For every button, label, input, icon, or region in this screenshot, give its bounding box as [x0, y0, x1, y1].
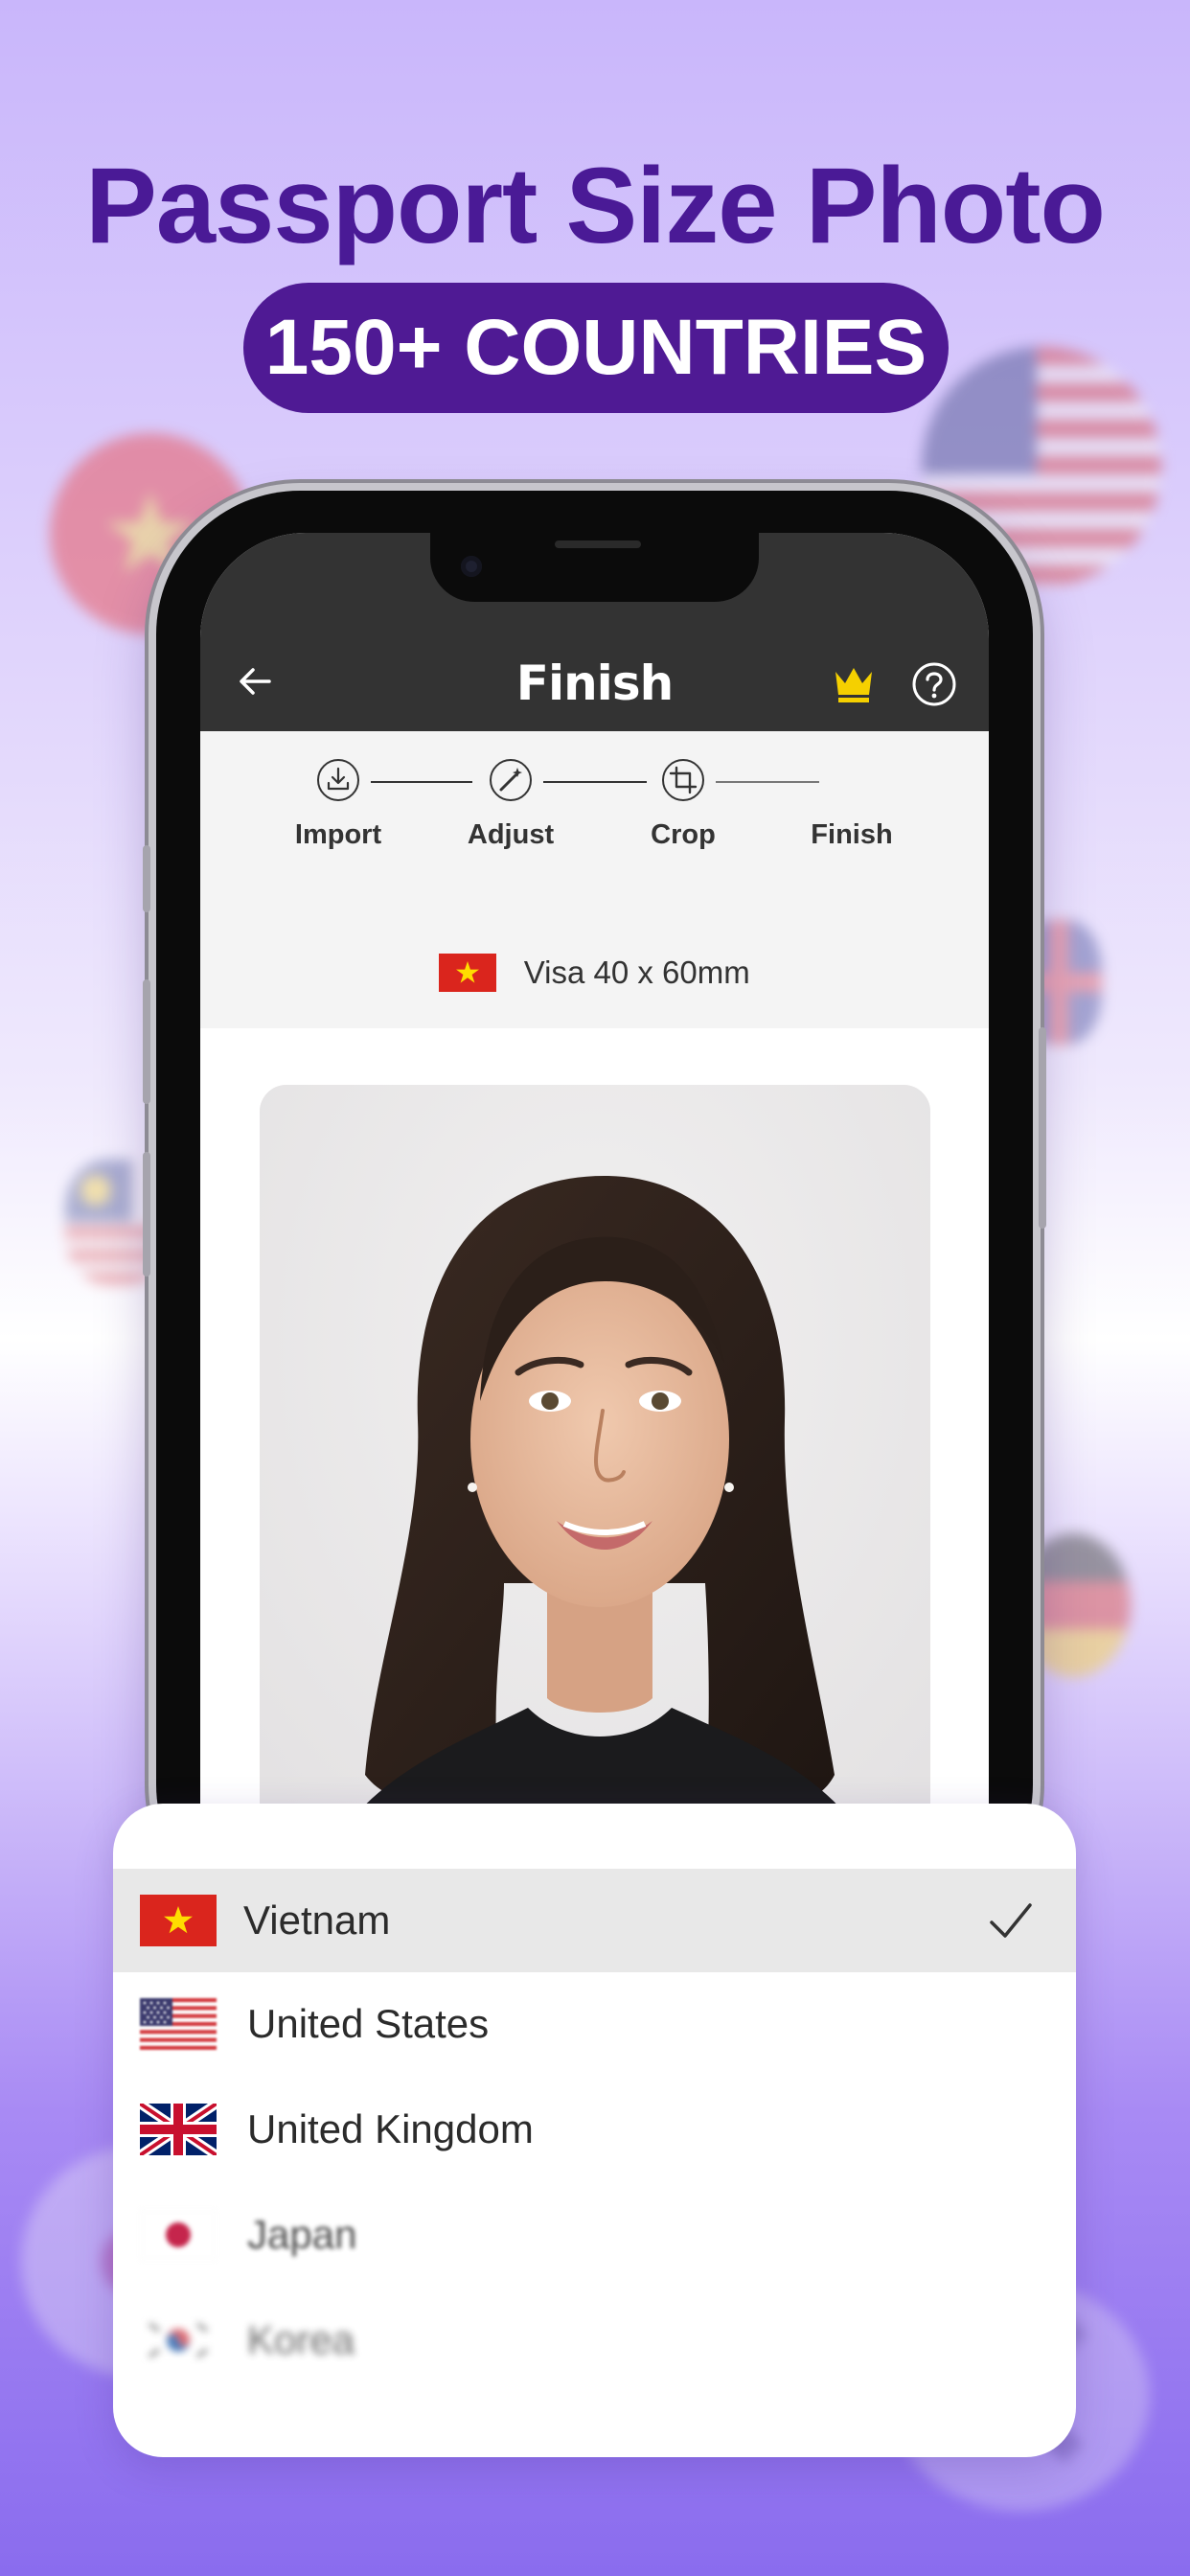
import-icon: [317, 759, 359, 801]
uk-flag-icon: [140, 2104, 217, 2155]
phone-side-button: [143, 845, 150, 912]
magic-wand-icon: [490, 759, 532, 801]
app-screen: Finish Import Adjust Crop Finish Visa 40…: [200, 533, 989, 1928]
step-adjust[interactable]: Adjust: [453, 758, 568, 851]
passport-photo-preview[interactable]: [260, 1085, 930, 1928]
korea-flag-icon: [140, 2314, 217, 2366]
country-option-vietnam[interactable]: Vietnam: [113, 1869, 1076, 1972]
countries-badge: 150+ COUNTRIES: [243, 283, 949, 413]
step-label: Finish: [811, 819, 893, 850]
country-option-united-states[interactable]: United States: [113, 1972, 1076, 2076]
vietnam-flag-icon: [140, 1895, 217, 1946]
app-header: Finish: [200, 533, 989, 731]
camera-icon: [461, 556, 482, 577]
country-label: Vietnam: [243, 1898, 391, 1943]
country-option-korea[interactable]: Korea: [113, 2288, 1076, 2392]
checkmark-icon: [990, 1903, 1032, 1938]
phone-speaker: [555, 540, 641, 548]
phone-volume-up-button: [143, 979, 150, 1104]
country-label: Korea: [247, 2317, 355, 2362]
bg-germany-flag-icon: [1016, 1533, 1131, 1677]
country-label: United Kingdom: [247, 2106, 534, 2151]
phone-volume-down-button: [143, 1152, 150, 1276]
step-finish-marker: [830, 758, 874, 802]
bg-malaysia-flag-icon: [65, 1160, 171, 1284]
step-import[interactable]: Import: [281, 758, 396, 851]
us-flag-icon: [140, 1998, 217, 2050]
country-label: United States: [247, 2001, 490, 2046]
step-finish[interactable]: Finish: [794, 758, 909, 851]
country-option-japan[interactable]: Japan: [113, 2183, 1076, 2287]
phone-mockup: Finish Import Adjust Crop Finish Visa 40…: [143, 491, 1046, 1928]
crown-icon[interactable]: [833, 664, 875, 704]
step-label: Adjust: [467, 819, 555, 850]
promo-headline: Passport Size Photo: [85, 146, 1106, 265]
country-dropdown: Vietnam United States United Kingdom Jap…: [113, 1804, 1076, 2457]
country-option-united-kingdom[interactable]: United Kingdom: [113, 2078, 1076, 2181]
progress-stepper: Import Adjust Crop Finish Visa 40 x 60mm: [200, 731, 989, 1028]
country-label: Japan: [247, 2212, 357, 2257]
vietnam-flag-icon: [439, 954, 497, 992]
step-crop[interactable]: Crop: [626, 758, 741, 851]
step-label: Crop: [651, 819, 716, 850]
question-circle-icon[interactable]: [911, 661, 957, 707]
countries-badge-label: 150+ COUNTRIES: [264, 304, 927, 391]
photo-spec: Visa 40 x 60mm: [200, 954, 989, 996]
phone-power-button: [1039, 1027, 1046, 1229]
phone-notch: [430, 533, 759, 602]
crop-icon: [662, 759, 704, 801]
portrait-image: [260, 1085, 930, 1928]
photo-spec-label: Visa 40 x 60mm: [523, 954, 750, 990]
japan-flag-icon: [140, 2209, 217, 2261]
step-label: Import: [294, 819, 382, 850]
